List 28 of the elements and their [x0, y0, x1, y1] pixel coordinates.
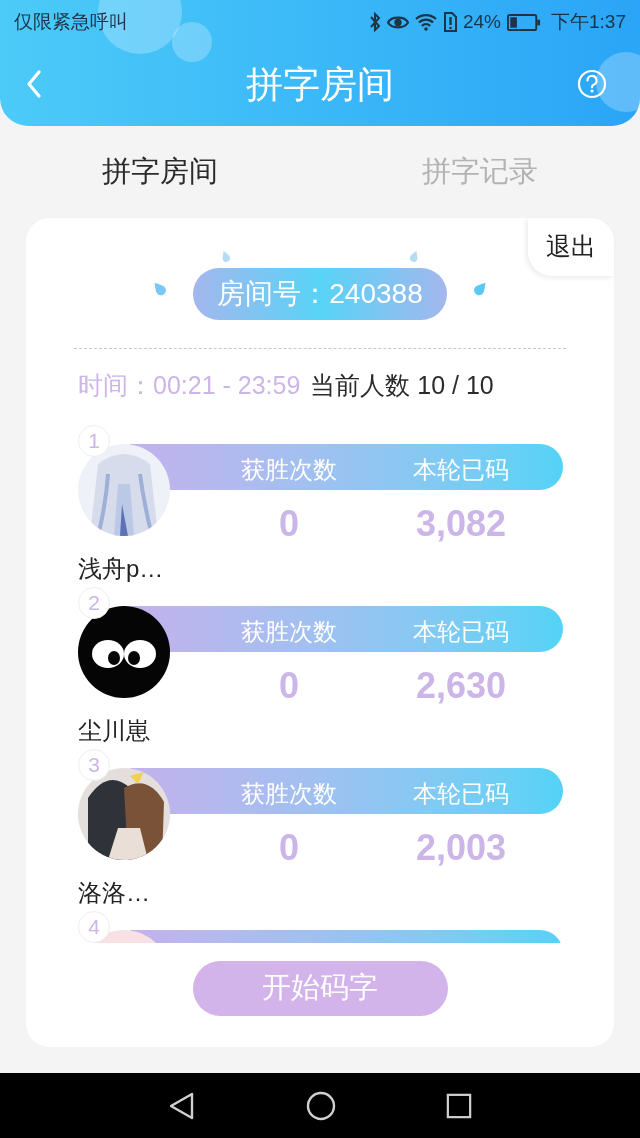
battery-text: 24% — [463, 9, 501, 34]
wins-count: 0 — [279, 825, 299, 870]
rank-badge: 1 — [78, 424, 110, 457]
carrier-text: 仅限紧急呼叫 — [14, 9, 128, 34]
player-name: 浅舟p… — [78, 553, 164, 584]
column-label: 获胜次数 — [241, 616, 337, 647]
rank-badge: 4 — [78, 910, 110, 943]
column-label: 本轮已码 — [413, 778, 509, 809]
typed-count: 2,003 — [415, 825, 507, 870]
column-label: 本轮已码 — [413, 454, 509, 485]
typed-count: 3,082 — [415, 501, 507, 546]
rank-badge: 2 — [78, 586, 110, 619]
player-name: 尘川崽 — [78, 715, 150, 746]
exit-button[interactable]: 退出 — [528, 218, 614, 276]
page-title: 拼字房间 — [246, 63, 394, 108]
player-name: 洛洛… — [78, 877, 150, 908]
column-label: 获胜次数 — [241, 454, 337, 485]
typed-count: 2,630 — [415, 663, 507, 708]
tab[interactable]: 拼字房间 — [0, 126, 320, 218]
rank-badge: 3 — [78, 748, 110, 781]
column-label: 本轮已码 — [413, 616, 509, 647]
time-range-text: 时间：00:21 - 23:59 — [78, 370, 301, 401]
wins-count: 0 — [279, 501, 299, 546]
clock-text: 下午1:37 — [551, 9, 626, 34]
wins-count: 0 — [279, 663, 299, 708]
room-number-badge: 房间号：240388 — [193, 268, 447, 320]
player-count-text: 当前人数 10 / 10 — [310, 370, 494, 401]
column-label: 获胜次数 — [241, 778, 337, 809]
